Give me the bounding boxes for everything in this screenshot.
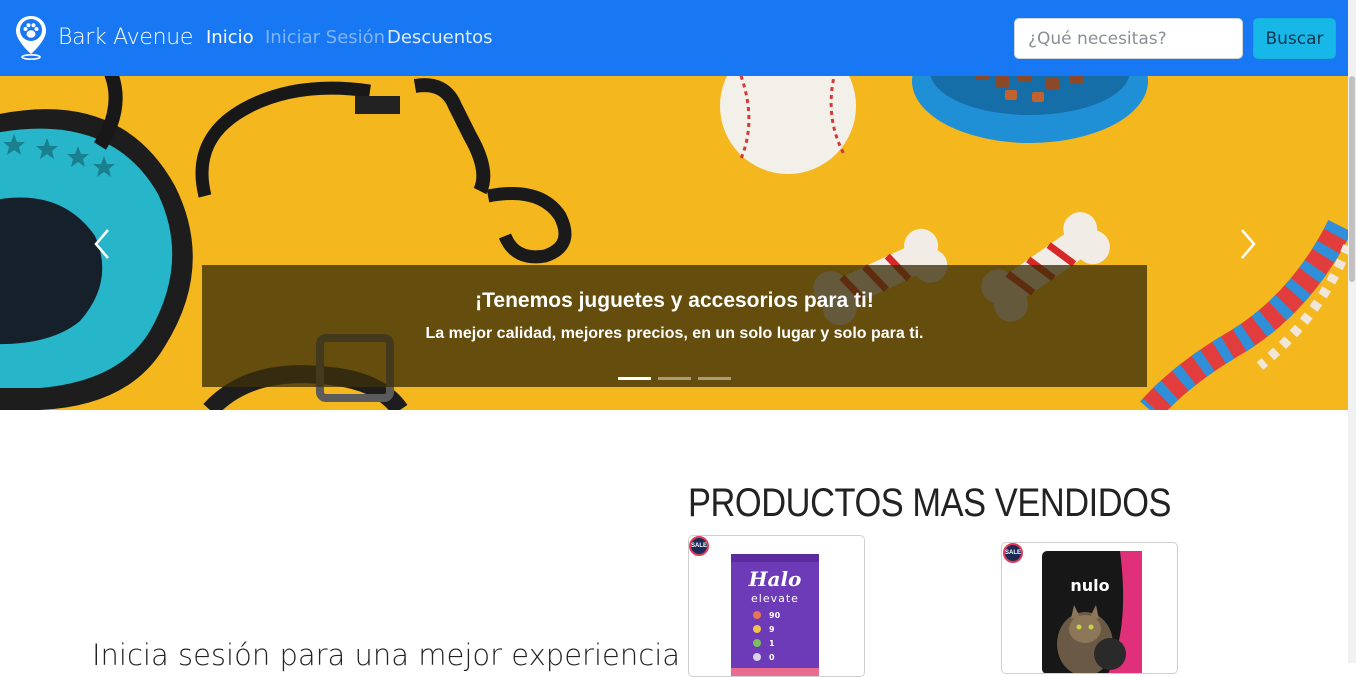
sale-badge: SALE [1003, 543, 1023, 563]
paw-pin-icon [16, 16, 46, 60]
hero-carousel: ¡Tenemos juguetes y accesorios para ti! … [0, 76, 1348, 410]
nav-link-iniciar-sesion[interactable]: Iniciar Sesión [265, 27, 385, 48]
carousel-indicators [202, 377, 1147, 380]
carousel-caption: ¡Tenemos juguetes y accesorios para ti! … [202, 265, 1147, 387]
product-image: Halo elevate 90 9 1 0 [731, 554, 819, 676]
svg-text:nulo: nulo [1070, 576, 1109, 595]
sale-badge: SALE [689, 536, 709, 556]
svg-text:1: 1 [769, 639, 775, 648]
svg-text:9: 9 [769, 625, 775, 634]
search-button[interactable]: Buscar [1253, 18, 1336, 59]
svg-text:elevate: elevate [751, 592, 799, 605]
login-promo-text: Inicia sesión para una mejor experiencia [92, 638, 681, 672]
product-card[interactable]: SALE nulo [1001, 542, 1178, 674]
caption-text: La mejor calidad, mejores precios, en un… [425, 325, 924, 342]
brand-name: Bark Avenue [58, 24, 194, 50]
search-input[interactable] [1014, 18, 1243, 59]
carousel-indicator-3[interactable] [698, 377, 731, 380]
svg-text:0: 0 [769, 653, 775, 662]
nav-link-descuentos[interactable]: Descuentos [387, 27, 493, 48]
product-card[interactable]: SALE Halo elevate 90 9 1 0 [688, 535, 865, 677]
product-image: nulo [1042, 551, 1142, 673]
carousel-next-icon[interactable] [1232, 226, 1262, 262]
svg-text:Halo: Halo [748, 567, 802, 591]
carousel-indicator-1[interactable] [618, 377, 651, 380]
caption-title: ¡Tenemos juguetes y accesorios para ti! [475, 289, 874, 312]
section-title: PRODUCTOS MAS VENDIDOS [688, 481, 1172, 525]
navbar: Bark Avenue Inicio Iniciar Sesión Descue… [0, 0, 1356, 76]
carousel-indicator-2[interactable] [658, 377, 691, 380]
scrollbar-thumb[interactable] [1349, 76, 1355, 282]
brand[interactable]: Bark Avenue [14, 14, 193, 60]
nav-link-inicio[interactable]: Inicio [206, 27, 254, 48]
scrollbar[interactable] [1348, 0, 1356, 663]
svg-text:90: 90 [769, 611, 781, 620]
carousel-prev-icon[interactable] [88, 226, 118, 262]
